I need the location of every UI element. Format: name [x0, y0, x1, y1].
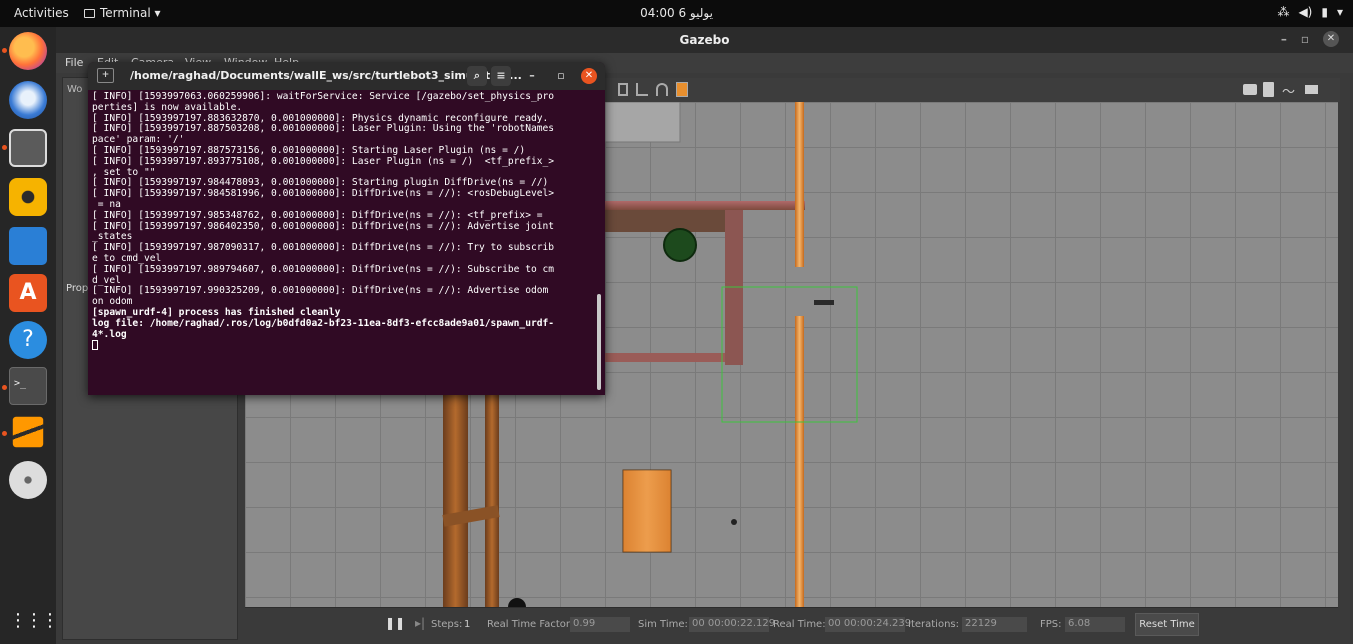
sim-status-bar: ❚❚ ▸| Steps: 1 Real Time Factor: 0.99 Si…: [245, 607, 1338, 640]
sim-time-value: 00 00:00:22.129: [689, 617, 775, 632]
iterations-value: 22129: [962, 617, 1027, 632]
sublime-icon[interactable]: [12, 416, 44, 448]
terminal-titlebar[interactable]: + /home/raghad/Documents/wallE_ws/src/tu…: [88, 62, 605, 90]
fps-label: FPS:: [1040, 619, 1062, 630]
top-bar: Activities Terminal ▾ 04:00 6 يوليو ⁂ ◀)…: [0, 0, 1353, 27]
rtf-value: 0.99: [570, 617, 630, 632]
align-icon[interactable]: [618, 83, 628, 96]
running-indicator: [2, 385, 7, 390]
real-time-label: Real Time:: [773, 619, 826, 630]
system-tray[interactable]: ⁂ ◀) ▮ ▾: [1277, 5, 1343, 19]
search-icon[interactable]: ⌕: [467, 66, 487, 86]
world-tab[interactable]: Wo: [67, 84, 82, 95]
hamburger-menu-icon[interactable]: ≡: [491, 66, 511, 86]
menu-file[interactable]: File: [65, 56, 83, 69]
terminal-line: 4*.log: [92, 328, 127, 340]
network-icon: ⁂: [1277, 5, 1290, 19]
terminal-line: [ INFO] [1593997197.990325209, 0.0010000…: [92, 285, 549, 297]
terminal-line: [ INFO] [1593997197.989794607, 0.0010000…: [92, 263, 555, 275]
app-menu[interactable]: Terminal ▾: [84, 6, 161, 20]
small-object: [814, 300, 834, 305]
terminal-line: [ INFO] [1593997197.986402350, 0.0010000…: [92, 220, 555, 232]
thunderbird-icon[interactable]: [9, 81, 47, 119]
running-indicator: [2, 48, 7, 53]
terminal-line: [ INFO] [1593997197.893775108, 0.0010000…: [92, 155, 555, 167]
rhythmbox-icon[interactable]: [9, 178, 47, 216]
terminal-line: [ INFO] [1593997197.987090317, 0.0010000…: [92, 242, 555, 254]
terminal-window[interactable]: + /home/raghad/Documents/wallE_ws/src/tu…: [88, 62, 605, 395]
plot-icon[interactable]: 〜: [1282, 81, 1295, 100]
files-icon[interactable]: [9, 129, 47, 167]
terminal-line: [ INFO] [1593997197.984581996, 0.0010000…: [92, 188, 555, 200]
steps-value[interactable]: 1: [464, 619, 470, 630]
minimize-button[interactable]: –: [524, 68, 540, 84]
orange-pole: [795, 316, 804, 607]
brick-wall-shadow: [605, 210, 735, 232]
steps-label: Steps:: [431, 619, 463, 630]
camera-icon[interactable]: [1243, 84, 1257, 95]
gazebo-titlebar[interactable]: Gazebo – ▫ ✕: [56, 27, 1353, 53]
firefox-icon[interactable]: [9, 32, 47, 70]
iterations-label: Iterations:: [908, 619, 959, 630]
terminal-output[interactable]: [ INFO] [1593997063.060259906]: waitForS…: [92, 91, 594, 353]
table-leg: [485, 392, 499, 607]
turtlebot-robot[interactable]: [663, 228, 697, 262]
maximize-button[interactable]: ▫: [1301, 32, 1309, 46]
apps-grid-icon[interactable]: ⋮⋮⋮: [9, 602, 59, 640]
fps-value: 6.08: [1065, 617, 1125, 632]
magnet-icon[interactable]: [656, 83, 668, 96]
cardboard-box-shading: [623, 470, 671, 552]
change-view-icon[interactable]: [676, 82, 688, 97]
close-icon[interactable]: ✕: [581, 68, 597, 84]
robot-wheel: [508, 598, 526, 607]
gazebo-toolbar: 〜: [600, 78, 1340, 102]
sim-time-label: Sim Time:: [638, 619, 688, 630]
terminal-line: [ INFO] [1593997197.985348762, 0.0010000…: [92, 209, 543, 221]
maximize-button[interactable]: ▫: [553, 68, 569, 84]
volume-icon: ◀): [1298, 5, 1313, 19]
properties-header: Prop: [66, 283, 89, 294]
app-menu-label: Terminal ▾: [100, 6, 161, 20]
video-icon[interactable]: [1305, 85, 1318, 94]
brick-wall: [605, 201, 805, 210]
help-icon[interactable]: ?: [9, 321, 47, 359]
wall-block: [604, 102, 681, 143]
terminal-small-icon: [84, 8, 95, 18]
brick-wall: [605, 353, 725, 362]
rtf-label: Real Time Factor:: [487, 619, 574, 630]
new-tab-icon[interactable]: +: [97, 68, 114, 83]
table-leg: [443, 392, 468, 607]
battery-icon: ▮: [1321, 5, 1328, 19]
step-button[interactable]: ▸|: [415, 616, 425, 630]
writer-icon[interactable]: [9, 227, 47, 265]
chevron-down-icon: ▾: [1336, 5, 1343, 19]
running-indicator: [2, 431, 7, 436]
disc-icon[interactable]: [9, 461, 47, 499]
gazebo-title: Gazebo: [679, 33, 730, 47]
reset-time-button[interactable]: Reset Time: [1135, 613, 1199, 636]
running-indicator: [2, 145, 7, 150]
terminal-cursor: [92, 340, 98, 351]
terminal-prompt[interactable]: [92, 340, 594, 353]
pause-button[interactable]: ❚❚: [385, 616, 405, 630]
log-icon[interactable]: [1263, 82, 1274, 97]
software-icon[interactable]: A: [9, 274, 47, 312]
terminal-line: perties] is now available.: [92, 101, 243, 113]
snap-icon[interactable]: [636, 83, 648, 96]
real-time-value: 00 00:00:24.239: [825, 617, 911, 632]
terminal-title: /home/raghad/Documents/wallE_ws/src/turt…: [130, 69, 522, 82]
activities-button[interactable]: Activities: [14, 6, 69, 20]
terminal-icon[interactable]: >_: [9, 367, 47, 405]
orange-pole: [795, 102, 804, 267]
terminal-line: log file: /home/raghad/.ros/log/b0dfd0a2…: [92, 317, 555, 329]
clock[interactable]: 04:00 6 يوليو: [0, 6, 1353, 20]
small-object: [731, 519, 737, 525]
minimize-button[interactable]: –: [1281, 32, 1287, 46]
terminal-scrollbar[interactable]: [597, 294, 601, 390]
dock: A ? >_ ⋮⋮⋮: [0, 27, 59, 644]
close-button[interactable]: ✕: [1323, 31, 1339, 47]
